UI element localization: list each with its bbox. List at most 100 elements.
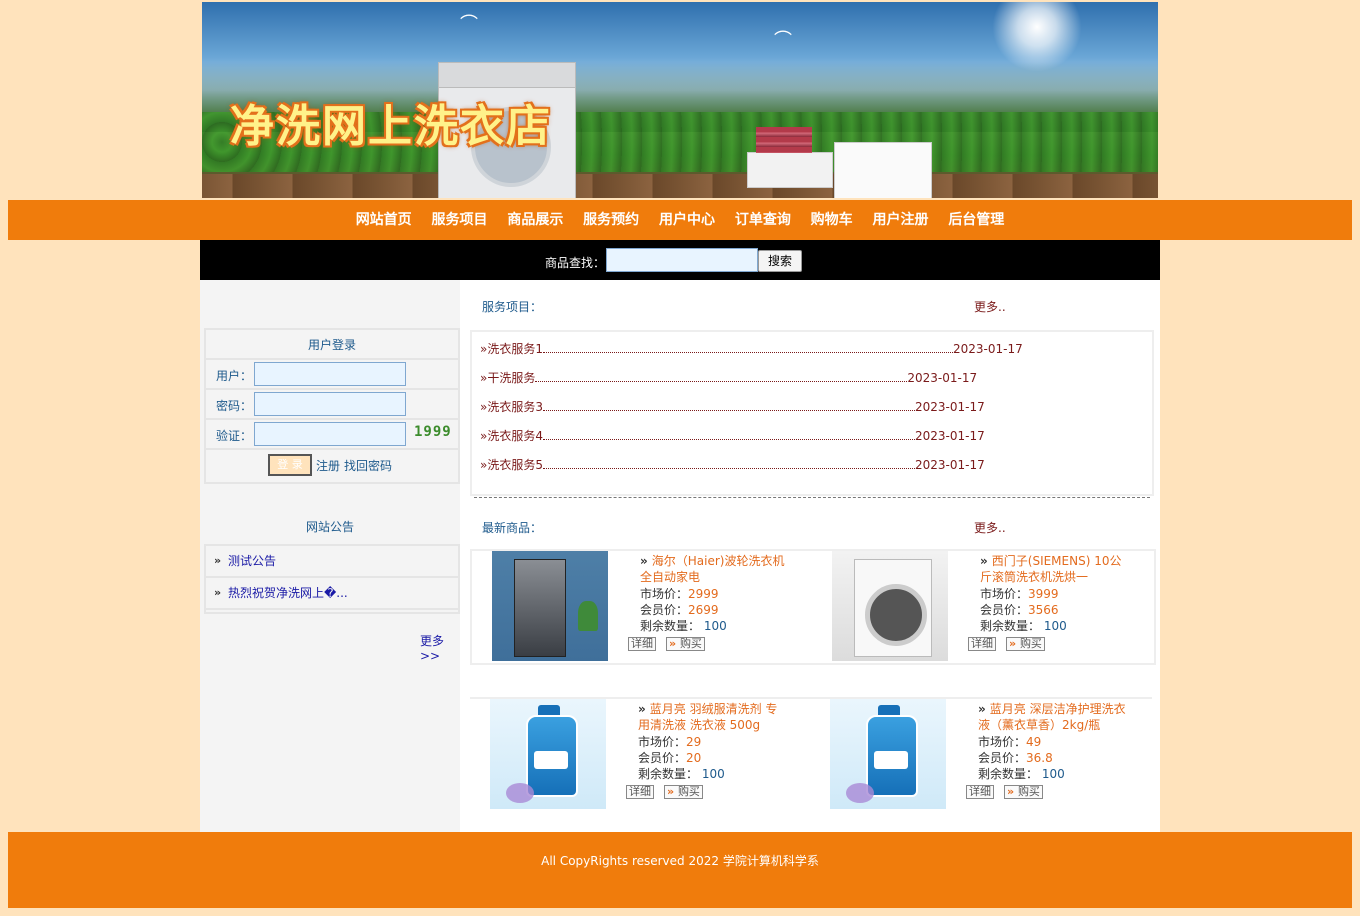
service-name[interactable]: 洗衣服务1 xyxy=(487,342,543,356)
captcha-row: 验证： 1999 xyxy=(206,420,458,450)
password-row: 密码： xyxy=(206,390,458,420)
market-price-value: 3999 xyxy=(1028,587,1059,601)
product-name-wrap[interactable]: » 蓝月亮 羽绒服清洗剂 专用清洗液 洗衣液 500g xyxy=(638,701,788,733)
product-card: » 海尔（Haier)波轮洗衣机全自动家电 市场价：2999 会员价：2699 剩… xyxy=(472,551,812,663)
washer-image[interactable] xyxy=(832,551,948,661)
detail-button[interactable]: 详细 xyxy=(626,785,654,799)
detergent-image[interactable] xyxy=(490,699,606,809)
product-name-wrap[interactable]: » 蓝月亮 深层洁净护理洗衣液（薰衣草香）2kg/瓶 xyxy=(978,701,1128,733)
notice-item-text[interactable]: 测试公告 xyxy=(228,546,276,576)
login-button[interactable]: 登 录 xyxy=(268,454,312,476)
product-name-wrap[interactable]: » 海尔（Haier)波轮洗衣机全自动家电 xyxy=(640,553,790,585)
washer-image[interactable] xyxy=(492,551,608,661)
market-price-value: 2999 xyxy=(688,587,719,601)
notice-item[interactable]: » 测试公告 xyxy=(206,546,458,578)
double-chevron-icon: » xyxy=(640,554,648,568)
buy-button[interactable]: » 购买 xyxy=(664,785,703,799)
copyright-text: All CopyRights reserved 2022 学院计算机科学系 xyxy=(541,854,819,868)
stock-value: 100 xyxy=(1043,619,1067,633)
service-item[interactable]: »干洗服务 2023-01-17 xyxy=(480,369,977,389)
product-row: » 海尔（Haier)波轮洗衣机全自动家电 市场价：2999 会员价：2699 剩… xyxy=(470,549,1156,665)
service-item[interactable]: »洗衣服务4 2023-01-17 xyxy=(480,427,985,447)
service-date: 2023-01-17 xyxy=(914,458,985,472)
product-name[interactable]: 蓝月亮 深层洁净护理洗衣液（薰衣草香）2kg/瓶 xyxy=(978,702,1126,732)
products-section-title: 最新商品： xyxy=(482,521,543,535)
captcha-image[interactable]: 1999 xyxy=(414,424,452,440)
register-link[interactable]: 注册 xyxy=(316,457,340,474)
service-name[interactable]: 洗衣服务5 xyxy=(487,458,543,472)
nav-item-admin[interactable]: 后台管理 xyxy=(948,200,1004,240)
service-item[interactable]: »洗衣服务5 2023-01-17 xyxy=(480,456,985,476)
notice-item[interactable]: » 热烈祝贺净洗网上�... xyxy=(206,578,458,610)
product-name-wrap[interactable]: » 西门子(SIEMENS) 10公斤滚筒洗衣机洗烘一 xyxy=(980,553,1130,585)
service-item[interactable]: »洗衣服务1 2023-01-17 xyxy=(480,340,1023,360)
service-item[interactable]: »洗衣服务3 2023-01-17 xyxy=(480,398,985,418)
detergent-image[interactable] xyxy=(830,699,946,809)
service-name[interactable]: 洗衣服务3 xyxy=(487,400,543,414)
nav-item-user-center[interactable]: 用户中心 xyxy=(659,200,715,240)
nav-item-booking[interactable]: 服务预约 xyxy=(583,200,639,240)
double-chevron-icon: » xyxy=(214,554,222,567)
site-banner: ⌒ ⌒ 净洗网上洗衣店 xyxy=(202,2,1158,198)
username-input[interactable] xyxy=(254,362,406,386)
nav-item-products[interactable]: 商品展示 xyxy=(507,200,563,240)
search-input[interactable] xyxy=(606,248,758,272)
service-date: 2023-01-17 xyxy=(914,400,985,414)
nav-item-home[interactable]: 网站首页 xyxy=(356,200,412,240)
forgot-password-link[interactable]: 找回密码 xyxy=(344,457,392,474)
product-name[interactable]: 蓝月亮 羽绒服清洗剂 专用清洗液 洗衣液 500g xyxy=(638,702,777,732)
stock-value: 100 xyxy=(1041,767,1065,781)
section-divider xyxy=(474,497,1150,498)
market-price: 市场价：3999 xyxy=(980,587,1059,601)
member-price: 会员价：3566 xyxy=(980,603,1059,617)
market-price-value: 49 xyxy=(1026,735,1042,749)
password-input[interactable] xyxy=(254,392,406,416)
products-more-link[interactable]: 更多.. xyxy=(974,519,1006,536)
site-logo-title: 净洗网上洗衣店 xyxy=(230,101,552,152)
nav-item-register[interactable]: 用户注册 xyxy=(872,200,928,240)
product-row: » 蓝月亮 羽绒服清洗剂 专用清洗液 洗衣液 500g 市场价：29 会员价：20… xyxy=(470,697,1152,811)
stock-count: 剩余数量： 100 xyxy=(980,619,1067,633)
service-name[interactable]: 洗衣服务4 xyxy=(487,429,543,443)
product-name[interactable]: 西门子(SIEMENS) 10公斤滚筒洗衣机洗烘一 xyxy=(980,554,1121,584)
double-chevron-icon: » xyxy=(978,702,986,716)
market-price: 市场价：49 xyxy=(978,735,1042,749)
buy-button[interactable]: » 购买 xyxy=(666,637,705,651)
product-card: » 西门子(SIEMENS) 10公斤滚筒洗衣机洗烘一 市场价：3999 会员价：… xyxy=(812,551,1152,663)
nav-item-orders[interactable]: 订单查询 xyxy=(735,200,791,240)
notice-more-link[interactable]: 更多>> xyxy=(420,632,460,663)
services-more-link[interactable]: 更多.. xyxy=(974,298,1006,315)
wood-deck-decoration xyxy=(202,174,1158,198)
double-chevron-icon: » xyxy=(669,637,680,650)
buy-button[interactable]: » 购买 xyxy=(1006,637,1045,651)
password-label: 密码： xyxy=(216,399,253,413)
site-footer: All CopyRights reserved 2022 学院计算机科学系 xyxy=(8,832,1352,908)
product-name[interactable]: 海尔（Haier)波轮洗衣机全自动家电 xyxy=(640,554,784,584)
stock-count: 剩余数量： 100 xyxy=(978,767,1065,781)
search-bar: 商品查找： 搜索 xyxy=(200,240,1160,280)
market-price: 市场价：29 xyxy=(638,735,702,749)
service-date: 2023-01-17 xyxy=(907,371,978,385)
search-label: 商品查找： xyxy=(545,256,606,270)
detail-button[interactable]: 详细 xyxy=(966,785,994,799)
main-nav: 网站首页 服务项目 商品展示 服务预约 用户中心 订单查询 购物车 用户注册 后… xyxy=(8,200,1352,240)
notice-item-text[interactable]: 热烈祝贺净洗网上�... xyxy=(228,578,348,608)
captcha-input[interactable] xyxy=(254,422,406,446)
product-card: » 蓝月亮 深层洁净护理洗衣液（薰衣草香）2kg/瓶 市场价：49 会员价：36.… xyxy=(810,699,1150,811)
notice-list: » 测试公告 » 热烈祝贺净洗网上�... xyxy=(204,544,460,614)
nav-item-services[interactable]: 服务项目 xyxy=(432,200,488,240)
stock-value: 100 xyxy=(703,619,727,633)
member-price-value: 3566 xyxy=(1028,603,1059,617)
left-sidebar: 用户登录 用户： 密码： 验证： 1999 登 录 注册 找回密码 网站公告 »… xyxy=(200,280,460,832)
nav-item-cart[interactable]: 购物车 xyxy=(811,200,853,240)
member-price: 会员价：2699 xyxy=(640,603,719,617)
search-button[interactable]: 搜索 xyxy=(758,250,802,272)
product-card: » 蓝月亮 羽绒服清洗剂 专用清洗液 洗衣液 500g 市场价：29 会员价：20… xyxy=(470,699,810,811)
notice-title: 网站公告 xyxy=(305,520,354,534)
detail-button[interactable]: 详细 xyxy=(968,637,996,651)
detail-button[interactable]: 详细 xyxy=(628,637,656,651)
username-label: 用户： xyxy=(216,369,253,383)
service-name[interactable]: 干洗服务 xyxy=(487,371,535,385)
buy-button[interactable]: » 购买 xyxy=(1004,785,1043,799)
login-box: 用户登录 用户： 密码： 验证： 1999 登 录 注册 找回密码 xyxy=(204,328,460,484)
